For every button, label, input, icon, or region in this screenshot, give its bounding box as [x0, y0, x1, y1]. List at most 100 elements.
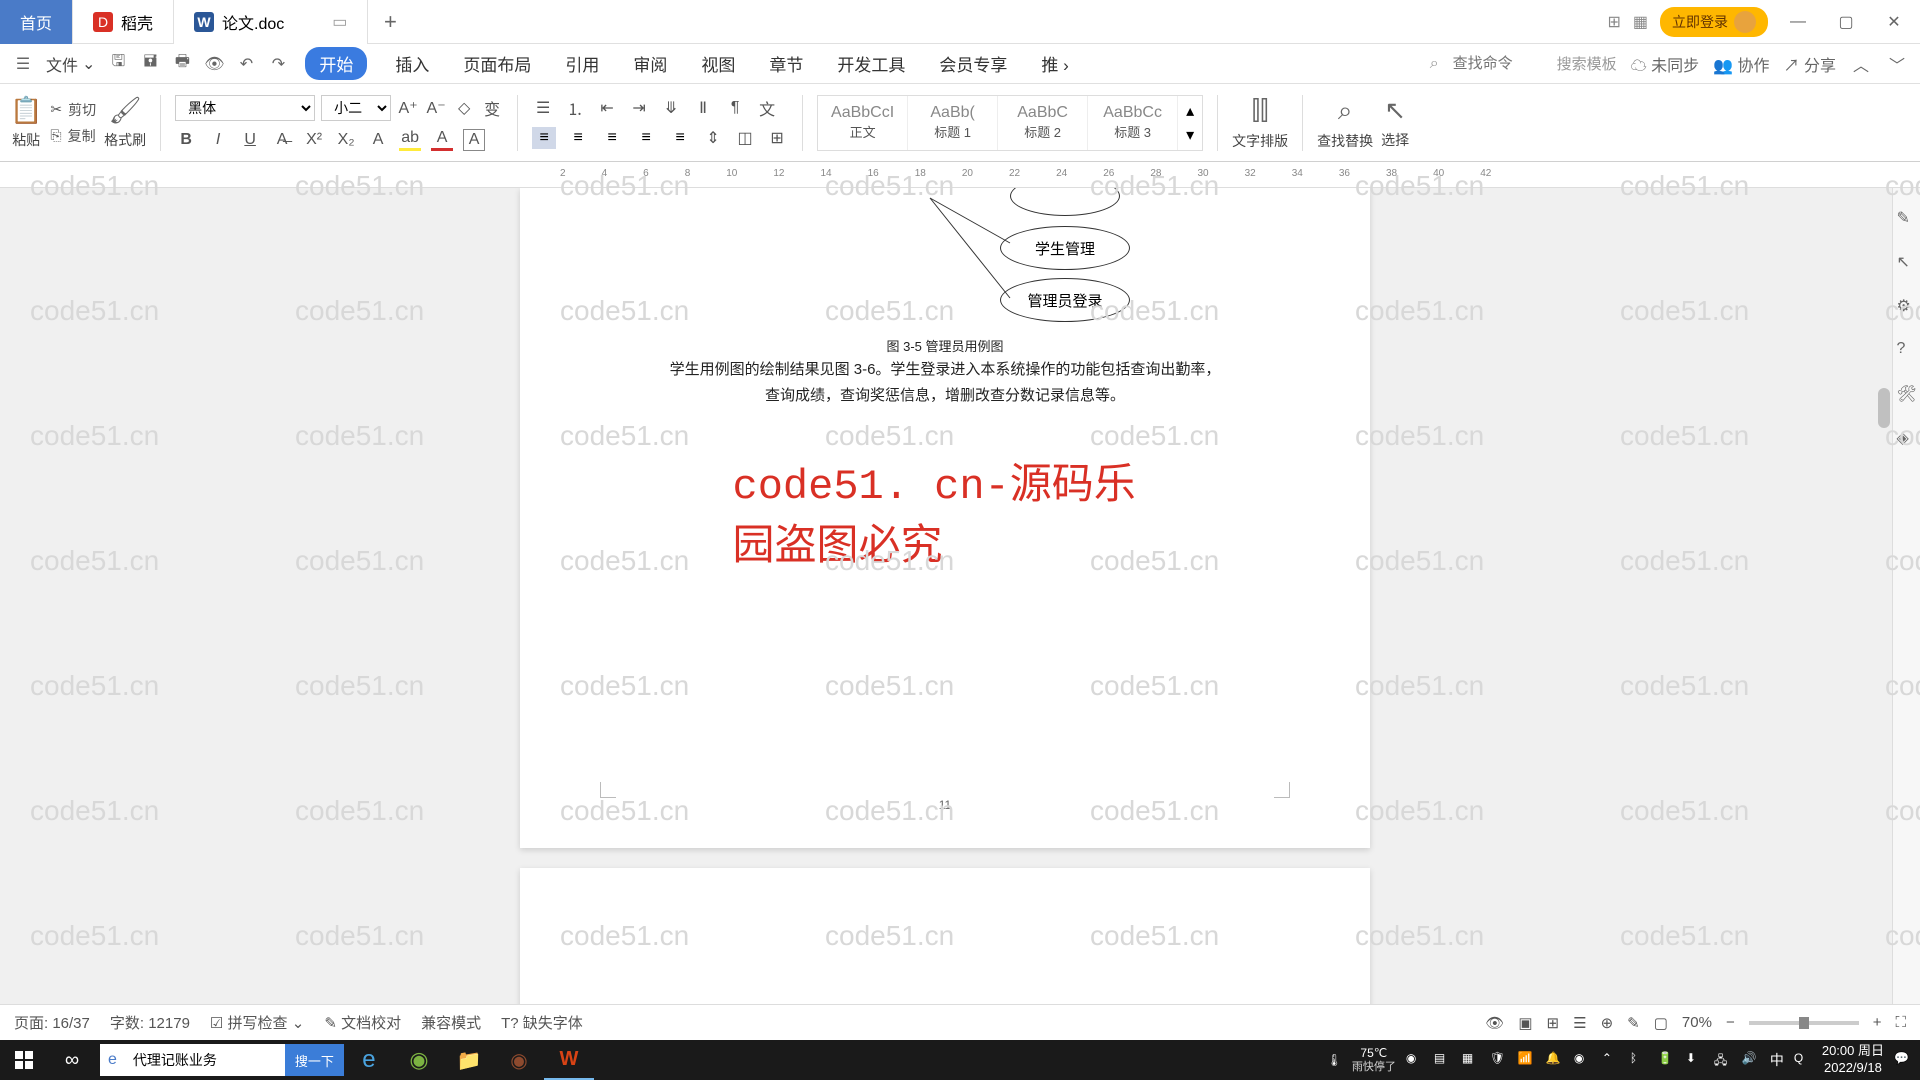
- zoom-out-icon[interactable]: ▢: [1654, 1014, 1668, 1032]
- tray-network-icon[interactable]: 🖧: [1714, 1051, 1732, 1069]
- align-left-button[interactable]: ≡: [532, 127, 556, 149]
- share-button[interactable]: ↗ 分享: [1784, 52, 1836, 76]
- tray-volume-icon[interactable]: 🔊: [1742, 1051, 1760, 1069]
- tray-thermometer-icon[interactable]: 🌡: [1327, 1053, 1342, 1067]
- tray-icon-3[interactable]: ▦: [1462, 1051, 1480, 1069]
- page-indicator[interactable]: 页面: 16/37: [14, 1012, 90, 1033]
- find-replace-button[interactable]: ⌕查找替换: [1317, 95, 1373, 151]
- sort-button[interactable]: ⤋: [660, 97, 682, 119]
- file-menu[interactable]: 文件 ⌄: [38, 48, 103, 80]
- tray-battery-icon[interactable]: 🔋: [1658, 1051, 1676, 1069]
- spell-check[interactable]: ☑ 拼写检查 ⌄: [210, 1012, 304, 1033]
- document-proof[interactable]: ✎ 文档校对: [324, 1012, 401, 1033]
- line-spacing-button[interactable]: ⇕: [702, 127, 724, 149]
- search-template[interactable]: 搜索模板: [1557, 53, 1617, 74]
- collab-button[interactable]: 👥 协作: [1713, 52, 1769, 76]
- borders-button[interactable]: ⊞: [766, 127, 788, 149]
- distribute-button[interactable]: ≡: [668, 127, 692, 149]
- zoom-value[interactable]: 70%: [1682, 1014, 1712, 1031]
- compat-mode[interactable]: 兼容模式: [421, 1012, 481, 1033]
- ribbon-tab-more[interactable]: 推 ›: [1035, 47, 1074, 80]
- tray-shield-icon[interactable]: 🛡: [1490, 1051, 1508, 1069]
- ribbon-tab-insert[interactable]: 插入: [389, 47, 435, 80]
- redo-icon[interactable]: ↷: [267, 53, 289, 75]
- ribbon-tab-start[interactable]: 开始: [305, 47, 367, 80]
- zoom-plus[interactable]: +: [1873, 1014, 1882, 1031]
- paste-button[interactable]: 📋粘贴: [10, 95, 42, 150]
- zoom-slider[interactable]: [1749, 1021, 1859, 1025]
- notification-icon[interactable]: 💬: [1894, 1051, 1912, 1069]
- zoom-minus[interactable]: −: [1726, 1014, 1735, 1031]
- shading-button[interactable]: ◫: [734, 127, 756, 149]
- hamburger-icon[interactable]: ☰: [12, 53, 34, 75]
- clear-format-icon[interactable]: ◇: [453, 97, 475, 119]
- text-layout-button[interactable]: ⫿⫿文字排版: [1232, 95, 1288, 151]
- tray-download-icon[interactable]: ⬇: [1686, 1051, 1704, 1069]
- tray-icon-1[interactable]: ◉: [1406, 1051, 1424, 1069]
- page-mode-icon[interactable]: ⊞: [1547, 1014, 1560, 1032]
- superscript-button[interactable]: X²: [303, 129, 325, 151]
- preview-icon[interactable]: 👁: [203, 53, 225, 75]
- bullets-button[interactable]: ☰: [532, 97, 554, 119]
- maximize-button[interactable]: ▢: [1828, 4, 1864, 40]
- collapse-up-icon[interactable]: ︿: [1850, 53, 1872, 75]
- ribbon-tab-view[interactable]: 视图: [695, 47, 741, 80]
- collapse-down-icon[interactable]: ﹀: [1886, 53, 1908, 75]
- read-mode-icon[interactable]: ▣: [1518, 1014, 1532, 1032]
- tray-nvidia-icon[interactable]: ◉: [1574, 1051, 1592, 1069]
- tray-chevron-icon[interactable]: ⌃: [1602, 1051, 1620, 1069]
- font-size-select[interactable]: 小二: [321, 95, 391, 121]
- align-center-button[interactable]: ≡: [566, 127, 590, 149]
- clock[interactable]: 20:00 周日 2022/9/18: [1822, 1043, 1884, 1077]
- slider-icon[interactable]: ⚙: [1897, 296, 1917, 316]
- tray-bluetooth-icon[interactable]: ᛒ: [1630, 1051, 1648, 1069]
- strikethrough-button[interactable]: A̶: [271, 129, 293, 151]
- show-marks-button[interactable]: ¶: [724, 97, 746, 119]
- app-ie[interactable]: e: [344, 1040, 394, 1080]
- tab-document[interactable]: W论文.doc▭: [174, 0, 368, 44]
- word-count[interactable]: 字数: 12179: [110, 1012, 190, 1033]
- close-button[interactable]: ✕: [1876, 4, 1912, 40]
- char-border-button[interactable]: A: [463, 129, 485, 151]
- font-color-button[interactable]: A: [431, 129, 453, 151]
- numbering-button[interactable]: ⒈: [564, 97, 586, 119]
- style-normal[interactable]: AaBbCcI正文: [818, 96, 908, 150]
- tab-menu-icon[interactable]: ▭: [292, 12, 347, 32]
- focus-mode-icon[interactable]: 👁: [1485, 1014, 1504, 1032]
- save-as-icon[interactable]: 🖬: [139, 53, 161, 75]
- save-icon[interactable]: 🖫: [107, 53, 129, 75]
- tab-home[interactable]: 首页: [0, 0, 73, 44]
- copy-button[interactable]: ⎘ 复制: [50, 126, 96, 146]
- undo-icon[interactable]: ↶: [235, 53, 257, 75]
- ime-indicator[interactable]: 中: [1770, 1050, 1784, 1070]
- ruler[interactable]: 24681012141618202224262830323436384042: [0, 162, 1920, 188]
- app-explorer[interactable]: 📁: [444, 1040, 494, 1080]
- taskbar-search-input[interactable]: [125, 1044, 285, 1076]
- grid-icon[interactable]: ▦: [1633, 12, 1648, 32]
- cut-button[interactable]: ✂ 剪切: [50, 100, 96, 120]
- format-painter-button[interactable]: 🖌格式刷: [104, 95, 146, 150]
- document-page[interactable]: 学生管理 管理员登录 图 3-5 管理员用例图 学生用例图的绘制结果见图 3-6…: [520, 188, 1370, 848]
- help-icon[interactable]: ?: [1897, 340, 1917, 360]
- tray-q-icon[interactable]: Q: [1794, 1051, 1812, 1069]
- app-unknown[interactable]: ◉: [494, 1040, 544, 1080]
- align-justify-button[interactable]: ≡: [634, 127, 658, 149]
- cursor-icon[interactable]: ↖: [1897, 252, 1917, 272]
- increase-indent-button[interactable]: ⇥: [628, 97, 650, 119]
- select-button[interactable]: ↖选择: [1381, 95, 1409, 150]
- start-button[interactable]: [0, 1040, 48, 1080]
- tray-wifi-icon[interactable]: 📶: [1518, 1051, 1536, 1069]
- zoom-thumb[interactable]: [1799, 1017, 1809, 1029]
- decrease-font-icon[interactable]: A⁻: [425, 97, 447, 119]
- align-right-button[interactable]: ≡: [600, 127, 624, 149]
- ribbon-tab-devtools[interactable]: 开发工具: [831, 47, 911, 80]
- phonetic-icon[interactable]: 变: [481, 97, 503, 119]
- increase-font-icon[interactable]: A⁺: [397, 97, 419, 119]
- fullscreen-icon[interactable]: ⛶: [1895, 1014, 1906, 1031]
- ribbon-tab-review[interactable]: 审阅: [627, 47, 673, 80]
- web-mode-icon[interactable]: ⊕: [1601, 1014, 1614, 1032]
- tab-button[interactable]: Ⅱ: [692, 97, 714, 119]
- app-wps[interactable]: W: [544, 1040, 594, 1080]
- scrollbar-thumb[interactable]: [1878, 388, 1890, 428]
- font-name-select[interactable]: 黑体: [175, 95, 315, 121]
